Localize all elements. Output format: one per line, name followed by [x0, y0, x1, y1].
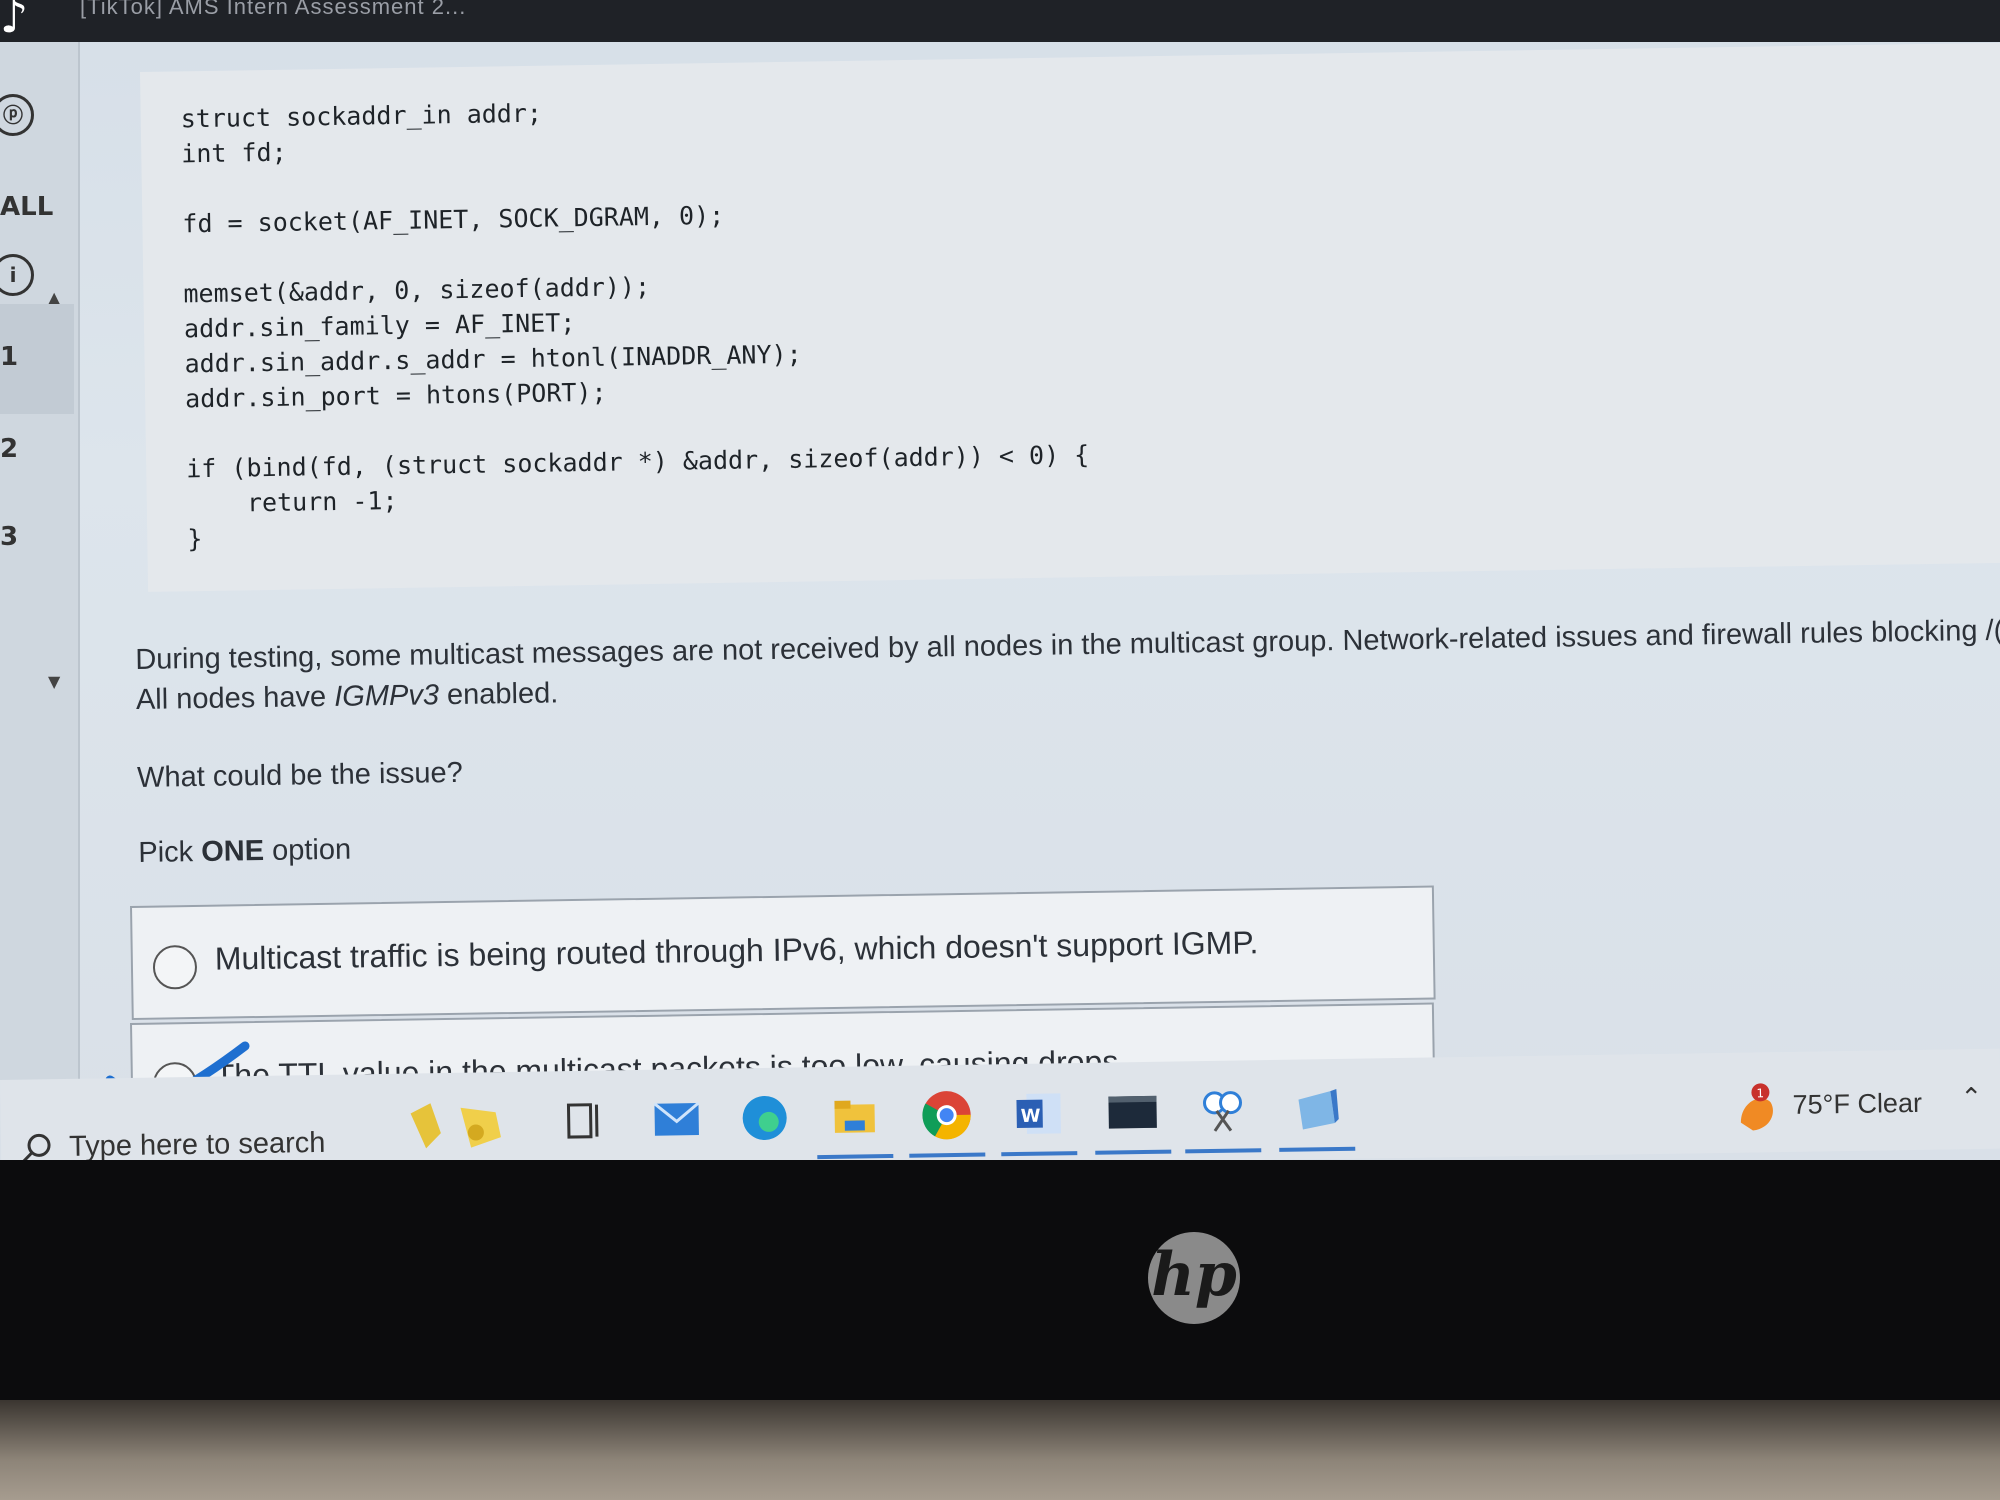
app-logo-icon: ♪ [0, 0, 29, 43]
weather-badge: 1 [1756, 1086, 1764, 1100]
question-navigator: ⓟ ALL i ▲ 1 2 3 ▼ [0, 42, 80, 1082]
window-title: [TikTok] AMS Intern Assessment 2... [80, 0, 467, 19]
task-view-icon[interactable] [560, 1094, 613, 1147]
search-placeholder: Type here to search [68, 1126, 326, 1163]
word-active-indicator [1001, 1151, 1078, 1157]
screen: ♪ [TikTok] AMS Intern Assessment 2... ⓟ … [0, 0, 2000, 1170]
question-line-2-prefix: All nodes have [135, 680, 335, 716]
nav-item-2[interactable]: 2 [0, 434, 70, 464]
tray-chevron-up-icon[interactable]: ⌃ [1960, 1083, 1982, 1113]
file-explorer-active-indicator [817, 1153, 894, 1160]
pick-prefix: Pick [138, 835, 202, 869]
file-explorer-icon[interactable] [828, 1090, 881, 1143]
pick-count: ONE [200, 835, 265, 868]
svg-text:W: W [1021, 1106, 1041, 1127]
info-icon[interactable]: i [0, 254, 34, 296]
option-1-label: Multicast traffic is being routed throug… [214, 924, 1259, 977]
option-1[interactable]: Multicast traffic is being routed throug… [130, 885, 1436, 1020]
nav-item-1[interactable]: 1 [0, 342, 70, 372]
snipping-tool-active-indicator [1185, 1148, 1262, 1154]
edge-icon[interactable] [738, 1092, 791, 1145]
question-prompt: What could be the issue? [136, 756, 464, 794]
pick-suffix: option [263, 833, 352, 867]
widgets-icon[interactable] [400, 1092, 521, 1164]
nav-item-3[interactable]: 3 [0, 522, 70, 552]
terminal-icon[interactable] [1106, 1086, 1159, 1139]
mail-icon[interactable] [650, 1093, 703, 1146]
chrome-active-indicator [909, 1152, 986, 1158]
question-text: During testing, some multicast messages … [135, 610, 2000, 870]
option-1-radio[interactable] [152, 944, 198, 990]
weather-sun-icon: 1 [1740, 1083, 1773, 1131]
word-icon[interactable]: W [1012, 1087, 1065, 1140]
code-lines: struct sockaddr_in addr; int fd; fd = soc… [180, 87, 1090, 556]
terminal-active-indicator [1095, 1149, 1172, 1155]
title-bar: ♪ [TikTok] AMS Intern Assessment 2... [0, 0, 2000, 43]
chrome-icon[interactable] [920, 1089, 973, 1142]
nav-item-all[interactable]: ALL [0, 192, 70, 222]
notepad-icon[interactable] [1290, 1083, 1343, 1136]
weather-text: 75°F Clear [1792, 1087, 1923, 1120]
hp-logo: hp [1148, 1232, 1240, 1324]
navigator-icon[interactable]: ⓟ [0, 94, 34, 136]
question-line-2-suffix: enabled. [438, 677, 559, 712]
notepad-active-indicator [1279, 1146, 1356, 1152]
scroll-down-icon[interactable]: ▼ [48, 672, 60, 691]
pick-instruction: Pick ONE option [138, 807, 2000, 870]
igmp-version: IGMPv3 [333, 679, 440, 713]
laptop-base [0, 1400, 2000, 1500]
snipping-tool-icon[interactable] [1196, 1084, 1249, 1137]
code-block: struct sockaddr_in addr; int fd; fd = soc… [140, 42, 2000, 592]
